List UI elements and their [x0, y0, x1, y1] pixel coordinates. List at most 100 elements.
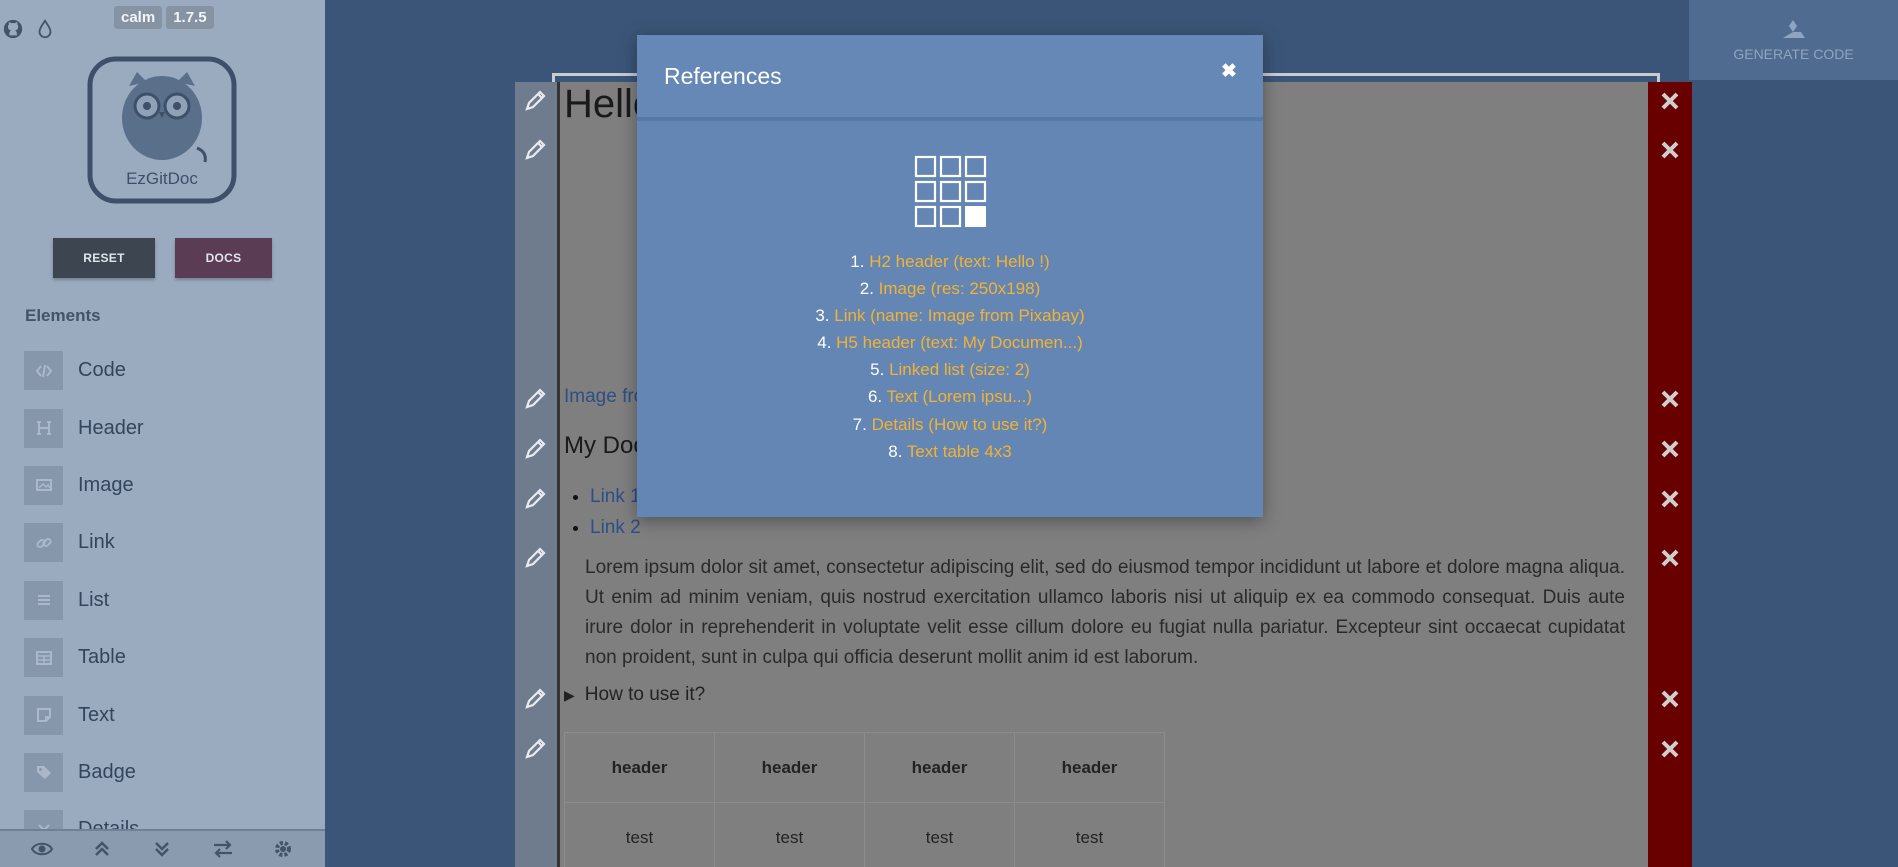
- sidebar: calm 1.7.5 EzGitDoc RESET DOCS Elements …: [0, 0, 325, 867]
- generate-code-label: GENERATE CODE: [1733, 46, 1854, 62]
- delete-x-icon[interactable]: [1655, 543, 1685, 573]
- badge-icon: [24, 752, 63, 792]
- edit-pencil-icon[interactable]: [520, 135, 550, 165]
- theme-drop-icon[interactable]: [34, 18, 56, 40]
- preview-details[interactable]: ▶ How to use it?: [564, 684, 705, 706]
- reference-text: Details (How to use it?): [871, 414, 1048, 434]
- element-label: Table: [78, 646, 126, 669]
- element-item-image[interactable]: Image: [24, 457, 144, 514]
- sidebar-bottom-bar: [0, 829, 325, 867]
- edit-pencil-icon[interactable]: [520, 734, 550, 764]
- edit-pencil-icon[interactable]: [520, 543, 550, 573]
- caret-right-icon: ▶: [564, 686, 575, 703]
- element-label: Code: [78, 359, 126, 382]
- edit-pencil-icon[interactable]: [520, 684, 550, 714]
- expand-down-icon[interactable]: [150, 837, 174, 861]
- element-label: Header: [78, 416, 144, 439]
- reference-text: Link (name: Image from Pixabay): [834, 306, 1085, 326]
- delete-x-icon[interactable]: [1655, 384, 1685, 414]
- reset-button[interactable]: RESET: [53, 238, 155, 278]
- swap-icon[interactable]: [211, 837, 235, 861]
- reference-number: 3.: [815, 306, 830, 326]
- preview-paragraph: Lorem ipsum dolor sit amet, consectetur …: [585, 557, 1625, 668]
- generate-code-button[interactable]: GENERATE CODE: [1689, 0, 1898, 80]
- reference-item[interactable]: 1. H2 header (text: Hello !): [637, 248, 1263, 275]
- reference-item[interactable]: 6. Text (Lorem ipsu...): [637, 383, 1263, 410]
- link-icon: [24, 523, 63, 563]
- element-item-header[interactable]: Header: [24, 399, 144, 456]
- element-item-link[interactable]: Link: [24, 514, 144, 571]
- table-icon: [24, 638, 63, 678]
- list-icon: [24, 580, 63, 620]
- element-label: Text: [78, 703, 115, 726]
- version-tag: 1.7.5: [166, 6, 214, 29]
- delete-x-icon[interactable]: [1655, 135, 1685, 165]
- image-icon: [24, 465, 63, 505]
- reference-number: 5.: [870, 360, 885, 380]
- reference-item[interactable]: 5. Linked list (size: 2): [637, 356, 1263, 383]
- theme-tag[interactable]: calm: [114, 6, 163, 29]
- delete-x-icon[interactable]: [1655, 86, 1685, 116]
- reference-item[interactable]: 2. Image (res: 250x198): [637, 275, 1263, 302]
- table-header-cell: header: [864, 732, 1015, 803]
- reference-item[interactable]: 8. Text table 4x3: [637, 438, 1263, 465]
- table-header-row: header header header header: [564, 732, 1165, 803]
- reference-item[interactable]: 7. Details (How to use it?): [637, 411, 1263, 438]
- reference-item[interactable]: 3. Link (name: Image from Pixabay): [637, 302, 1263, 329]
- code-icon: [24, 351, 63, 391]
- delete-x-icon[interactable]: [1655, 684, 1685, 714]
- version-tags: calm 1.7.5: [114, 6, 214, 29]
- edit-pencil-icon[interactable]: [520, 86, 550, 116]
- elements-list: Code Header Image Link List Table Text B…: [24, 342, 144, 859]
- details-summary: How to use it?: [584, 684, 706, 705]
- element-item-list[interactable]: List: [24, 572, 144, 629]
- top-icons: [2, 18, 56, 40]
- list-item[interactable]: Link 2: [590, 514, 641, 545]
- edit-pencil-icon[interactable]: [520, 434, 550, 464]
- element-item-code[interactable]: Code: [24, 342, 144, 399]
- reference-item[interactable]: 4. H5 header (text: My Documen...): [637, 329, 1263, 356]
- delete-x-icon[interactable]: [1655, 484, 1685, 514]
- list-item[interactable]: Link 1: [590, 483, 641, 514]
- element-label: Image: [78, 473, 134, 496]
- table-header-cell: header: [714, 732, 865, 803]
- reference-text: Text (Lorem ipsu...): [886, 387, 1033, 407]
- table-header-cell: header: [564, 732, 715, 803]
- reference-number: 7.: [852, 414, 867, 434]
- reference-number: 1.: [850, 252, 865, 271]
- preview-list: Link 1 Link 2: [590, 483, 641, 545]
- element-label: List: [78, 588, 110, 611]
- eye-icon[interactable]: [30, 837, 54, 861]
- generate-code-icon: [1782, 20, 1805, 38]
- text-icon: [24, 695, 63, 735]
- table-cell: test: [1014, 802, 1165, 867]
- table-cell: test: [864, 802, 1015, 867]
- delete-x-icon[interactable]: [1655, 434, 1685, 464]
- reference-text: H5 header (text: My Documen...): [836, 333, 1083, 353]
- close-icon[interactable]: ✖: [1221, 60, 1237, 83]
- reference-number: 4.: [817, 333, 832, 353]
- modal-header: References ✖: [637, 35, 1263, 121]
- element-item-table[interactable]: Table: [24, 629, 144, 686]
- table-header-cell: header: [1014, 732, 1165, 803]
- table-cell: test: [564, 802, 715, 867]
- element-label: Link: [78, 531, 115, 554]
- docs-button[interactable]: DOCS: [175, 238, 272, 278]
- collapse-up-icon[interactable]: [90, 837, 114, 861]
- reference-text: Text table 4x3: [906, 441, 1012, 461]
- preview-table: header header header header test test te…: [564, 732, 1165, 867]
- edit-pencil-icon[interactable]: [520, 484, 550, 514]
- element-item-badge[interactable]: Badge: [24, 744, 144, 801]
- element-item-text[interactable]: Text: [24, 686, 144, 743]
- table-row: test test test test: [564, 802, 1165, 867]
- grid-icon: [914, 155, 988, 229]
- delete-x-icon[interactable]: [1655, 734, 1685, 764]
- gear-icon[interactable]: [271, 837, 295, 861]
- edit-pencil-icon[interactable]: [520, 384, 550, 414]
- elements-title: Elements: [25, 306, 101, 325]
- app-logo: EzGitDoc: [87, 56, 237, 204]
- svg-text:EzGitDoc: EzGitDoc: [126, 169, 198, 188]
- reference-number: 6.: [867, 387, 883, 407]
- reference-text: Linked list (size: 2): [889, 360, 1030, 380]
- github-icon[interactable]: [2, 18, 24, 40]
